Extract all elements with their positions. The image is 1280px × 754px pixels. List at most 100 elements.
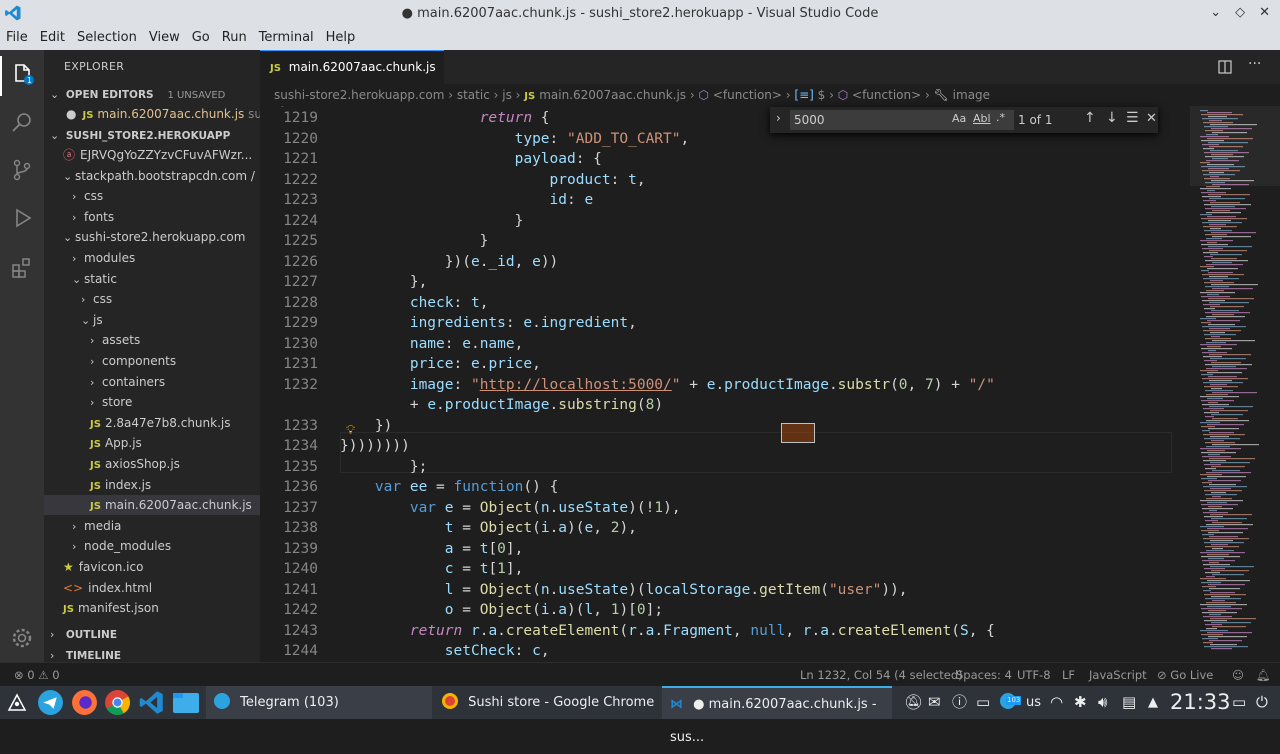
tree-item[interactable]: JS axiosShop.js xyxy=(44,454,260,474)
power-icon[interactable]: ⏻ xyxy=(1256,686,1268,719)
mail-icon[interactable]: ✉ xyxy=(928,686,941,719)
previous-match-icon[interactable]: ↑ xyxy=(1084,110,1096,126)
language-status[interactable]: JavaScript xyxy=(1089,663,1147,687)
source-control-icon[interactable] xyxy=(10,158,34,182)
menu-help[interactable]: Help xyxy=(320,28,362,50)
menu-edit[interactable]: Edit xyxy=(34,28,71,50)
encoding-status[interactable]: UTF-8 xyxy=(1017,663,1051,687)
file-manager-icon[interactable] xyxy=(172,690,200,715)
help-icon[interactable]: ⓘ xyxy=(952,686,967,719)
vscode-taskbar-icon[interactable] xyxy=(138,689,165,716)
tree-item[interactable]: › media xyxy=(44,516,260,536)
tree-item[interactable]: › modules xyxy=(44,248,260,268)
cursor-position[interactable]: Ln 1232, Col 54 (4 selected) xyxy=(800,663,963,687)
search-icon[interactable] xyxy=(10,110,34,134)
project-header[interactable]: ⌄ SUSHI_STORE2.HEROKUAPP xyxy=(44,125,260,145)
tree-item[interactable]: ⓐ EJRVQgYoZZYzvCFuvAFWzr... xyxy=(44,145,260,165)
tree-item[interactable]: JS 2.8a47e7b8.chunk.js xyxy=(44,413,260,433)
menu-view[interactable]: View xyxy=(143,28,186,50)
telegram-tray-icon[interactable]: 103 xyxy=(1000,686,1022,719)
breadcrumb-js[interactable]: js xyxy=(502,88,512,102)
open-editor-item[interactable]: ● JSmain.62007aac.chunk.js su... xyxy=(44,104,260,124)
app-launcher-icon[interactable] xyxy=(6,692,28,714)
breadcrumb-var[interactable]: $ xyxy=(818,88,826,102)
tree-item[interactable]: › node_modules xyxy=(44,536,260,556)
maximize-icon[interactable]: ◇ xyxy=(1235,5,1245,20)
firefox-icon[interactable] xyxy=(71,689,98,716)
tree-item[interactable]: › components xyxy=(44,351,260,371)
taskbar-telegram-window[interactable]: Telegram (103) xyxy=(206,686,432,719)
find-in-selection-icon[interactable]: ☰ xyxy=(1126,110,1139,126)
bluetooth-icon[interactable]: ✱ xyxy=(1074,686,1087,719)
timeline-header[interactable]: › TIMELINE xyxy=(44,645,260,662)
split-editor-icon[interactable] xyxy=(1218,60,1232,74)
next-match-icon[interactable]: ↓ xyxy=(1106,110,1118,126)
tree-item[interactable]: › css xyxy=(44,289,260,309)
problems-status[interactable]: ⊗ 0 ⚠ 0 xyxy=(14,663,60,687)
open-editors-header[interactable]: ⌄ OPEN EDITORS 1 UNSAVED xyxy=(44,84,260,104)
menu-selection[interactable]: Selection xyxy=(71,28,143,50)
breadcrumb-function2[interactable]: <function> xyxy=(852,88,921,102)
go-live-button[interactable]: ⊘ Go Live xyxy=(1157,663,1213,687)
tree-item[interactable]: ⌄ stackpath.bootstrapcdn.com / ... xyxy=(44,166,260,186)
breadcrumb-image[interactable]: image xyxy=(953,88,990,102)
tree-item[interactable]: ⌄ js xyxy=(44,310,260,330)
gear-icon[interactable] xyxy=(10,626,34,650)
taskbar-vscode-window[interactable]: ⋈ ● main.62007aac.chunk.js - sus... xyxy=(662,686,892,745)
tree-item[interactable]: ⌄ static xyxy=(44,269,260,289)
telegram-icon[interactable] xyxy=(37,689,64,716)
close-find-icon[interactable]: ✕ xyxy=(1146,111,1157,126)
indentation-status[interactable]: Spaces: 4 xyxy=(956,663,1012,687)
toggle-replace-icon[interactable]: › xyxy=(776,111,781,125)
tree-item[interactable]: › containers xyxy=(44,372,260,392)
tray-expand-icon[interactable]: ▲ xyxy=(1148,686,1158,719)
tree-item[interactable]: <> index.html xyxy=(44,578,260,598)
feedback-icon[interactable]: ☺ xyxy=(1232,663,1244,687)
notifications-tray-icon[interactable]: 🔕︎ xyxy=(904,686,923,719)
tree-item[interactable]: ⌄ sushi-store2.herokuapp.com xyxy=(44,227,260,247)
outline-header[interactable]: › OUTLINE xyxy=(44,624,260,644)
match-case-toggle[interactable]: Aa xyxy=(952,112,966,125)
notifications-icon[interactable]: 🔔︎ xyxy=(1256,663,1271,687)
more-actions-icon[interactable]: ··· xyxy=(1248,56,1261,72)
tree-item[interactable]: › css xyxy=(44,186,260,206)
tree-item[interactable]: JS main.62007aac.chunk.js xyxy=(44,495,260,516)
eol-status[interactable]: LF xyxy=(1062,663,1075,687)
close-icon[interactable]: ✕ xyxy=(1259,5,1270,20)
breadcrumb-function1[interactable]: <function> xyxy=(713,88,782,102)
volume-icon[interactable]: 🔊︎ xyxy=(1098,686,1107,719)
tree-item[interactable]: JS index.js xyxy=(44,475,260,495)
regex-toggle[interactable]: .* xyxy=(996,111,1005,124)
tree-item[interactable]: › assets xyxy=(44,330,260,350)
whole-word-toggle[interactable]: Abl xyxy=(973,112,991,125)
wifi-icon[interactable]: ◠ xyxy=(1050,686,1063,719)
keyboard-layout[interactable]: us xyxy=(1026,686,1041,719)
explorer-icon[interactable]: 1 xyxy=(10,62,34,86)
battery-icon[interactable]: ▭ xyxy=(976,686,990,719)
menu-run[interactable]: Run xyxy=(216,28,253,50)
breadcrumb-static[interactable]: static xyxy=(457,88,490,102)
extensions-icon[interactable] xyxy=(10,256,34,280)
clock[interactable]: 21:33 xyxy=(1170,686,1231,719)
unsaved-dot-icon[interactable]: ● xyxy=(66,107,76,121)
tree-item[interactable]: JS App.js xyxy=(44,433,260,453)
minimap[interactable] xyxy=(1190,106,1280,662)
tree-item[interactable]: › store xyxy=(44,392,260,412)
show-desktop-icon[interactable]: ▭ xyxy=(1232,686,1246,719)
menu-file[interactable]: File xyxy=(0,28,34,50)
clipboard-icon[interactable]: ▤ xyxy=(1122,686,1136,719)
tree-item[interactable]: › fonts xyxy=(44,207,260,227)
menu-go[interactable]: Go xyxy=(186,28,216,50)
minimize-icon[interactable]: ⌄ xyxy=(1210,5,1221,20)
run-debug-icon[interactable] xyxy=(10,206,34,230)
breadcrumb-domain[interactable]: sushi-store2.herokuapp.com xyxy=(274,88,444,102)
taskbar-chrome-window[interactable]: Sushi store - Google Chrome xyxy=(434,686,660,719)
breadcrumb-file[interactable]: main.62007aac.chunk.js xyxy=(539,88,686,102)
chrome-icon[interactable] xyxy=(104,689,131,716)
tree-item[interactable]: ★ favicon.ico xyxy=(44,557,260,577)
tree-item[interactable]: JS manifest.json xyxy=(44,598,260,618)
tab-main-chunk[interactable]: JS main.62007aac.chunk.js ● xyxy=(260,50,444,108)
menu-terminal[interactable]: Terminal xyxy=(253,28,320,50)
code-editor[interactable]: 💡︎ 1219 return {1220 type: "ADD_TO_CART"… xyxy=(260,106,1190,662)
tree-item-label: manifest.json xyxy=(77,601,159,616)
